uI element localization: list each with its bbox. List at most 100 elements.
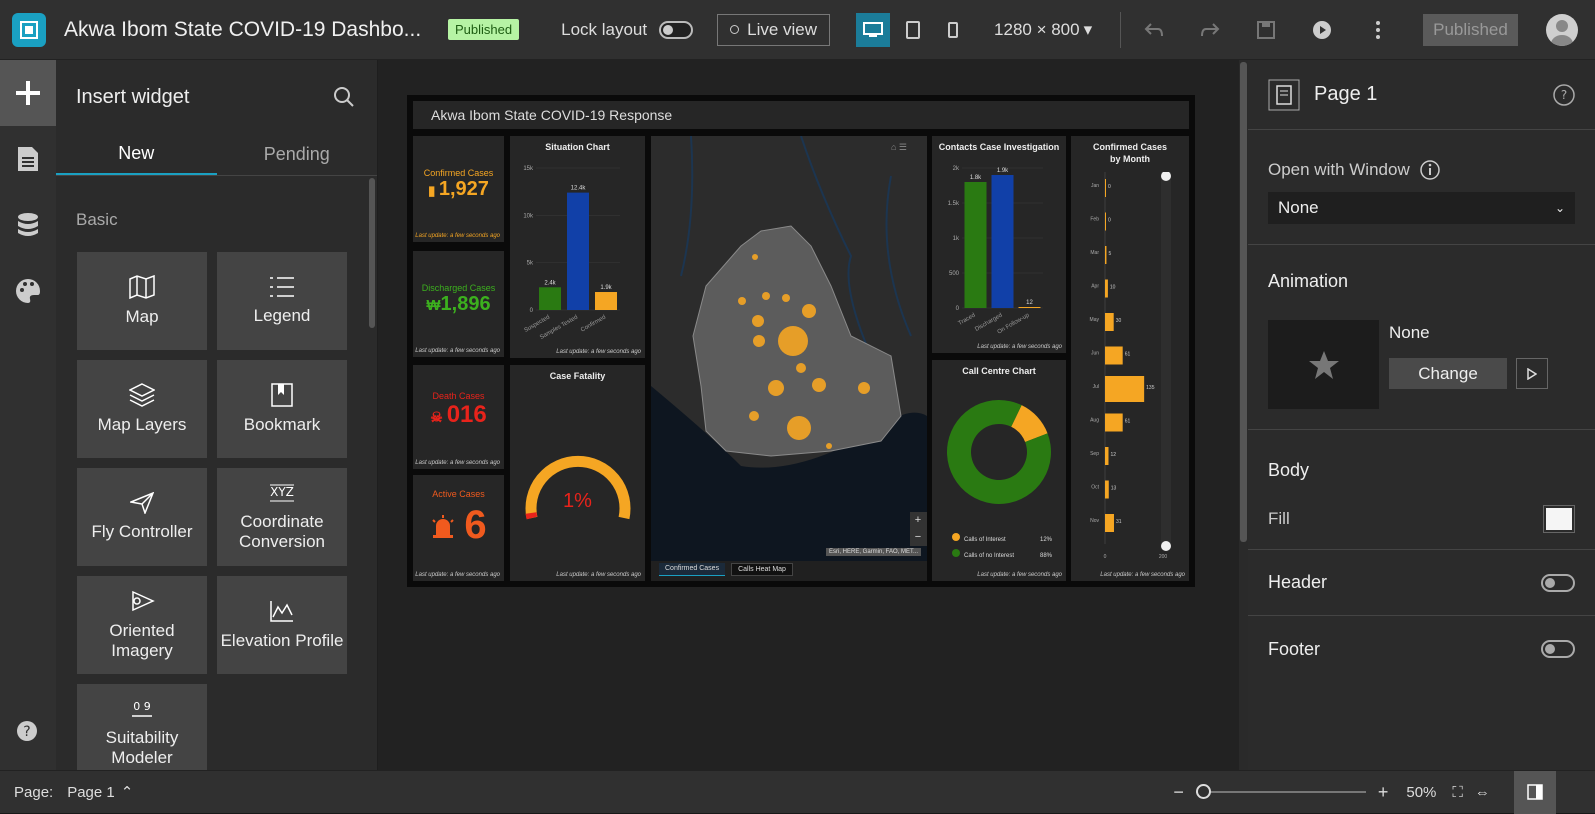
chevron-down-icon: ⌄	[1554, 201, 1565, 215]
lock-layout-toggle[interactable]	[659, 20, 694, 39]
desktop-device-icon[interactable]	[856, 12, 891, 47]
left-rail: ?	[0, 60, 56, 770]
tab-calls-heat-map[interactable]: Calls Heat Map	[731, 563, 793, 576]
header-row: Header	[1248, 572, 1595, 593]
widget-panel-header: Insert widget	[56, 60, 377, 134]
data-label: 12	[1026, 300, 1033, 306]
situation-chart-panel[interactable]: Situation Chart 15k 10k 5k 0 2.4k Suspected 12…	[510, 136, 645, 358]
phone-device-icon[interactable]	[936, 13, 970, 47]
save-icon[interactable]	[1245, 13, 1287, 47]
widget-card-map[interactable]: Map	[77, 252, 207, 350]
y-tick-label: Nov	[1090, 518, 1099, 524]
zoom-slider[interactable]	[1195, 784, 1366, 799]
page-rail-icon[interactable]	[0, 126, 56, 192]
skull-icon: ☠	[430, 409, 447, 425]
data-rail-icon[interactable]	[0, 192, 56, 258]
tablet-device-icon[interactable]	[896, 13, 930, 47]
help-icon[interactable]: ?	[16, 720, 38, 747]
section-label-basic: Basic	[76, 210, 118, 229]
play-icon[interactable]	[1516, 358, 1548, 389]
widget-grid: Map Legend Map Layers Bookmark Fly Contr…	[56, 252, 377, 770]
caret-down-icon: ▾	[1083, 19, 1093, 39]
widget-label: Fly Controller	[91, 522, 193, 541]
bar	[1105, 246, 1107, 264]
info-icon[interactable]	[1419, 160, 1440, 180]
fit-width-icon[interactable]: ⛶	[1452, 784, 1463, 801]
header-toggle[interactable]	[1541, 573, 1575, 592]
animation-label: Animation	[1268, 271, 1349, 291]
user-avatar-icon[interactable]	[1545, 13, 1578, 46]
case-fatality-panel[interactable]: Case Fatality 1% Last update: a few seco…	[510, 365, 645, 581]
data-label: 10	[1110, 285, 1116, 291]
fit-page-icon[interactable]: ⇔	[1475, 784, 1490, 801]
monthly-chart-panel[interactable]: Confirmed Cases by Month Jan 0 Feb 0 Mar 5 Apr…	[1071, 136, 1189, 581]
widget-label: Map Layers	[97, 415, 187, 434]
live-view-button[interactable]: Live view	[717, 13, 831, 46]
bookmark-icon	[271, 383, 293, 407]
zoom-out-icon[interactable]: −	[1173, 782, 1184, 803]
search-icon[interactable]	[333, 86, 355, 108]
y-tick-label: Feb	[1090, 217, 1099, 223]
preview-play-icon[interactable]	[1301, 13, 1343, 47]
widget-card-map-layers[interactable]: Map Layers	[77, 360, 207, 458]
tab-confirmed-cases[interactable]: Confirmed Cases	[659, 563, 726, 576]
widget-card-fly-controller[interactable]: Fly Controller	[77, 468, 207, 566]
footer-toggle[interactable]	[1541, 640, 1575, 658]
map-widget[interactable]: + − Esri, HERE, Garmin, FAO, MET... ⌂ ☰ …	[651, 135, 927, 581]
legend-icon	[270, 277, 294, 297]
radio-icon	[730, 25, 740, 34]
home-icon[interactable]: ⌂ ☰	[891, 142, 907, 153]
kpi-active[interactable]: Active Cases 6 Last update: a few second…	[413, 475, 504, 581]
resolution-select[interactable]: 1280 × 800 ▾	[994, 20, 1092, 40]
data-label: 1.9k	[600, 285, 612, 291]
undo-icon[interactable]	[1133, 13, 1175, 47]
widget-card-oriented-imagery[interactable]: Oriented Imagery	[77, 576, 207, 674]
zoom-in-icon[interactable]: +	[1378, 782, 1389, 803]
page-selector[interactable]: Page 1	[67, 784, 115, 801]
app-title[interactable]: Akwa Ibom State COVID-19 Dashbo...	[64, 18, 422, 42]
toggle-panel-icon[interactable]	[1513, 770, 1556, 814]
open-with-section: Open with Window None ⌄	[1248, 130, 1595, 245]
redo-icon[interactable]	[1189, 13, 1231, 47]
scroll-track	[1161, 172, 1171, 544]
theme-palette-rail-icon[interactable]	[0, 258, 56, 324]
call-centre-panel[interactable]: Call Centre Chart Calls of Interest 12% C…	[932, 360, 1066, 581]
kpi-confirmed[interactable]: Confirmed Cases ▮ 1,927 Last update: a f…	[413, 136, 504, 242]
chart-subtitle: by Month	[1110, 154, 1150, 164]
widget-card-coordinate-conversion[interactable]: XYZ Coordinate Conversion	[217, 468, 347, 566]
contacts-chart-panel[interactable]: Contacts Case Investigation 2k 1.5k 1k 500 0…	[932, 136, 1066, 353]
widget-label: Elevation Profile	[220, 631, 344, 650]
svg-text:?: ?	[23, 724, 30, 740]
widget-card-bookmark[interactable]: Bookmark	[217, 360, 347, 458]
publish-button[interactable]: Published	[1423, 13, 1518, 46]
zoom-slider-thumb[interactable]	[1195, 784, 1211, 799]
more-options-icon[interactable]	[1357, 13, 1399, 47]
last-update-stamp: Last update: a few seconds ago	[1100, 572, 1185, 578]
zoom-in-button[interactable]: +	[915, 514, 921, 526]
widget-card-legend[interactable]: Legend	[217, 252, 347, 350]
chart-title: Call Centre Chart	[962, 366, 1036, 376]
canvas-scrollbar[interactable]	[1239, 60, 1248, 770]
help-icon[interactable]: ?	[1553, 83, 1575, 106]
chevron-up-icon[interactable]: ⌃	[121, 783, 134, 801]
divider	[1120, 11, 1122, 48]
kpi-discharged[interactable]: Discharged Cases ₩1,896 Last update: a f…	[413, 251, 504, 357]
fill-color-swatch[interactable]	[1543, 505, 1575, 533]
widget-card-elevation-profile[interactable]: Elevation Profile	[217, 576, 347, 674]
tab-pending[interactable]: Pending	[217, 134, 378, 175]
widget-panel-scrollbar[interactable]	[369, 178, 375, 328]
kpi-death[interactable]: Death Cases ☠ 016 Last update: a few sec…	[413, 365, 504, 469]
open-with-select[interactable]: None ⌄	[1268, 192, 1575, 224]
tab-new[interactable]: New	[56, 134, 217, 175]
change-animation-button[interactable]: Change	[1389, 358, 1507, 389]
zoom-out-button[interactable]: −	[915, 531, 921, 543]
bar	[1105, 376, 1145, 402]
y-tick-label: Sep	[1090, 451, 1099, 457]
suitability-icon: 0 9	[132, 700, 152, 717]
widget-card-suitability-modeler[interactable]: 0 9 Suitability Modeler	[77, 684, 207, 770]
open-with-label: Open with Window	[1268, 160, 1410, 179]
kpi-value-row: 6	[413, 503, 504, 548]
dashboard-page: Akwa Ibom State COVID-19 Response Confir…	[407, 95, 1195, 587]
insert-widget-rail-icon[interactable]	[0, 60, 56, 126]
x-tick-label: Confirmed	[580, 315, 607, 334]
